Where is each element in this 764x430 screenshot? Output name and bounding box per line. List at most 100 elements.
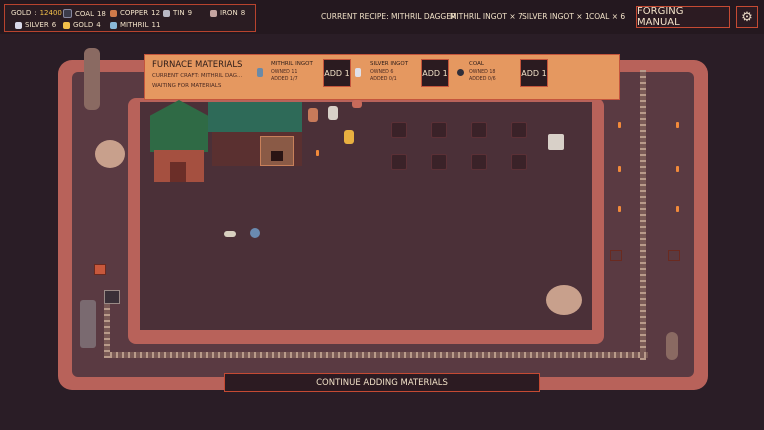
resource-gold-value: 12400 (39, 9, 62, 17)
settings-button[interactable]: ⚙ (736, 6, 758, 28)
coal-icon (63, 9, 72, 18)
pillar-prop (84, 48, 100, 110)
resource-copper-value: 12 (151, 9, 161, 17)
furnace-mouth (271, 151, 283, 161)
rock-boulder (95, 140, 125, 168)
rock-boulder (546, 285, 582, 315)
resource-gold-ore: GOLD 4 (63, 21, 101, 29)
resource-tin-label: TIN (173, 9, 185, 17)
storage-slot[interactable] (471, 154, 487, 170)
recipe-requirement-coal: COAL × 6 (589, 12, 626, 21)
forge-building[interactable] (208, 102, 302, 166)
rail-track-bottom (104, 352, 648, 358)
material-name-coal: COAL (469, 61, 484, 67)
mithril-ingot-icon (257, 68, 263, 77)
material-added-silver: ADDED 0/1 (370, 77, 397, 82)
resource-coal-value: 18 (96, 9, 106, 18)
gear-icon: ⚙ (741, 9, 753, 25)
coal-icon (457, 69, 464, 76)
house-roof (150, 100, 208, 152)
forge-roof (208, 102, 302, 132)
rail-sign (668, 250, 680, 261)
resource-coal: COAL 18 (63, 9, 106, 18)
resource-silver-value: 6 (51, 21, 57, 29)
resource-silver: SILVER 6 (15, 21, 56, 29)
storage-slot[interactable] (431, 154, 447, 170)
storage-slot[interactable] (391, 122, 407, 138)
mine-cart[interactable] (104, 290, 120, 304)
house-building[interactable] (150, 100, 208, 182)
storage-slot[interactable] (391, 154, 407, 170)
signpost[interactable] (94, 264, 106, 275)
resource-tin: TIN 9 (163, 9, 192, 17)
storage-slot[interactable] (471, 122, 487, 138)
resource-gold-ore-label: GOLD (73, 21, 94, 29)
continue-adding-materials-button[interactable]: CONTINUE ADDING MATERIALS (224, 373, 540, 392)
panel-title: FURNACE MATERIALS (152, 60, 243, 70)
torch (676, 206, 679, 212)
resource-gold-label: GOLD (11, 9, 32, 17)
resource-mithril: MITHRIL 11 (110, 21, 160, 29)
material-added-mithril: ADDED 1/7 (271, 77, 298, 82)
imp-npc[interactable] (308, 108, 318, 122)
resource-coal-label: COAL (75, 9, 94, 18)
add-mithril-ingot-button[interactable]: ADD 1 (323, 59, 351, 87)
material-owned-coal: OWNED 18 (469, 70, 496, 75)
house-door (170, 162, 186, 182)
material-added-coal: ADDED 0/6 (469, 77, 496, 82)
gold-ore-icon (63, 21, 70, 29)
resource-gold-ore-value: 4 (96, 21, 101, 29)
storage-slot[interactable] (511, 154, 527, 170)
tin-ore-icon (163, 9, 170, 17)
resource-silver-label: SILVER (25, 21, 49, 29)
golden-creature-npc[interactable] (344, 130, 354, 144)
resource-mithril-value: 11 (151, 21, 161, 29)
current-recipe: CURRENT RECIPE: MITHRIL DAGGER (321, 12, 457, 21)
resource-copper-label: COPPER (120, 9, 149, 17)
iron-ore-icon (210, 9, 217, 17)
resource-iron-value: 8 (240, 9, 246, 17)
rail-track-left (104, 300, 110, 358)
skeleton-npc[interactable] (328, 106, 338, 120)
add-silver-ingot-button[interactable]: ADD 1 (421, 59, 449, 87)
ore-pile-prop (80, 300, 96, 348)
resource-copper: COPPER 12 (110, 9, 160, 17)
storage-slot[interactable] (431, 122, 447, 138)
resource-panel: GOLD: 12400 COAL 18 COPPER 12 TIN 9 IRON… (4, 4, 256, 32)
rail-sign (610, 250, 622, 261)
top-hud: GOLD: 12400 COAL 18 COPPER 12 TIN 9 IRON… (0, 0, 764, 34)
resource-tin-value: 9 (187, 9, 193, 17)
copper-ore-icon (110, 9, 117, 17)
mithril-ore-icon (110, 21, 117, 29)
furnace[interactable] (260, 136, 294, 166)
current-craft-label: CURRENT CRAFT: MITHRIL DAG... (152, 73, 243, 79)
material-owned-silver: OWNED 6 (370, 70, 394, 75)
resource-mithril-label: MITHRIL (120, 21, 149, 29)
material-owned-mithril: OWNED 11 (271, 70, 298, 75)
material-name-silver: SILVER INGOT (370, 61, 409, 67)
ingot-item[interactable] (224, 231, 236, 237)
resource-iron: IRON 8 (210, 9, 245, 17)
torch (676, 166, 679, 172)
torch (618, 122, 621, 128)
torch (618, 206, 621, 212)
silver-ingot-icon (355, 68, 361, 77)
furnace-materials-panel: FURNACE MATERIALS CURRENT CRAFT: MITHRIL… (144, 54, 620, 100)
barrel-prop (352, 100, 362, 108)
resource-iron-label: IRON (220, 9, 238, 17)
recipe-requirement-silver: SILVER INGOT × 1 (522, 12, 590, 21)
forging-manual-button[interactable]: FORGING MANUAL (636, 6, 730, 28)
material-name-mithril: MITHRIL INGOT (271, 61, 313, 67)
silver-ore-icon (15, 21, 22, 29)
tool-rack-prop (548, 134, 564, 150)
storage-slot[interactable] (511, 122, 527, 138)
pillar-prop (666, 332, 678, 360)
resource-gold: GOLD: 12400 (11, 9, 62, 17)
add-coal-button[interactable]: ADD 1 (520, 59, 548, 87)
torch (618, 166, 621, 172)
torch (676, 122, 679, 128)
player-character[interactable] (250, 228, 260, 238)
torch (316, 150, 319, 156)
recipe-requirement-mithril: MITHRIL INGOT × 7 (450, 12, 523, 21)
panel-status: WAITING FOR MATERIALS (152, 83, 222, 89)
